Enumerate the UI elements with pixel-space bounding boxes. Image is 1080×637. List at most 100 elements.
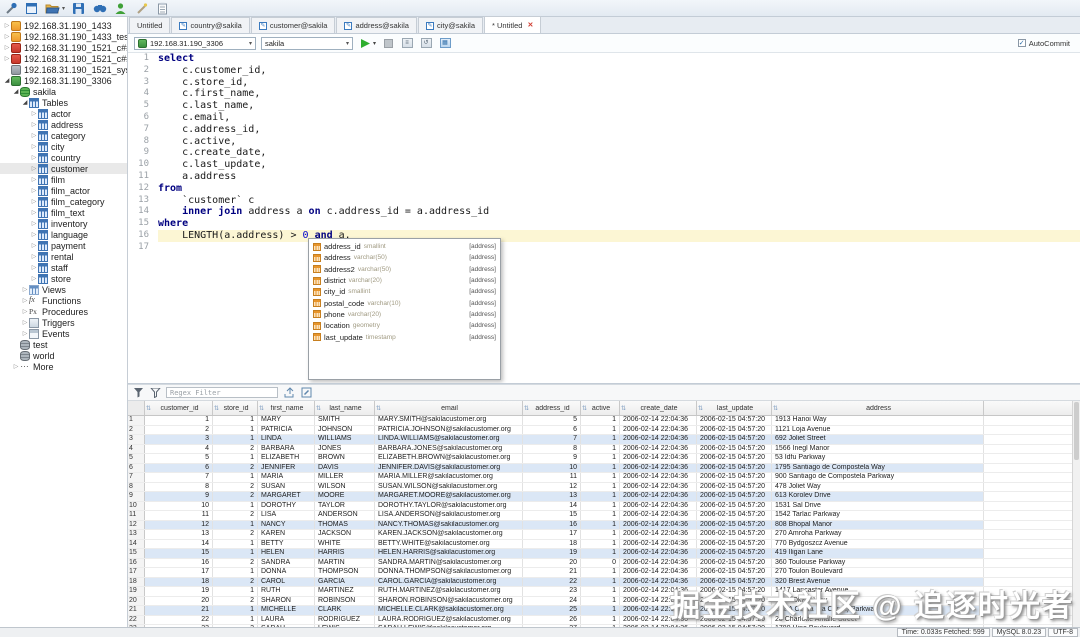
- tree-item-film[interactable]: ▷ film: [0, 174, 127, 185]
- code-line-text[interactable]: a.address: [158, 171, 1080, 183]
- code-line-text[interactable]: c.active,: [158, 136, 1080, 148]
- tasks-icon[interactable]: [155, 2, 170, 15]
- cell-email[interactable]: RUTH.MARTINEZ@sakilacustomer.org: [375, 587, 523, 596]
- cell-store_id[interactable]: 1: [213, 435, 258, 444]
- cell-customer_id[interactable]: 19: [145, 587, 213, 596]
- cell-store_id[interactable]: 2: [213, 596, 258, 605]
- column-header-address[interactable]: ⇅ address: [772, 401, 984, 415]
- cell-email[interactable]: SHARON.ROBINSON@sakilacustomer.org: [375, 596, 523, 605]
- expand-arrow-icon[interactable]: ▷: [30, 253, 38, 260]
- cell-store_id[interactable]: 2: [213, 625, 258, 627]
- cell-active[interactable]: 1: [581, 615, 620, 624]
- cell-last_update[interactable]: 2006-02-15 04:57:20: [697, 463, 772, 472]
- cell-last_update[interactable]: 2006-02-15 04:57:20: [697, 530, 772, 539]
- cell-email[interactable]: MARGARET.MOORE@sakilacustomer.org: [375, 492, 523, 501]
- cell-address[interactable]: 1566 Inegl Manor: [772, 444, 984, 453]
- cell-first_name[interactable]: MARY: [258, 416, 315, 425]
- cell-first_name[interactable]: MARIA: [258, 473, 315, 482]
- cell-customer_id[interactable]: 13: [145, 530, 213, 539]
- cell-email[interactable]: SUSAN.WILSON@sakilacustomer.org: [375, 482, 523, 491]
- tree-item-procedures[interactable]: ▷ Procedures: [0, 306, 127, 317]
- cell-address_id[interactable]: 6: [523, 425, 581, 434]
- autocommit-checkbox[interactable]: ✓ AutoCommit: [1017, 39, 1070, 48]
- cell-address[interactable]: 419 Iligan Lane: [772, 549, 984, 558]
- cell-customer_id[interactable]: 14: [145, 539, 213, 548]
- expand-arrow-icon[interactable]: ▷: [21, 286, 29, 293]
- cell-store_id[interactable]: 1: [213, 425, 258, 434]
- cell-create_date[interactable]: 2006-02-14 22:04:36: [620, 463, 697, 472]
- tree-item-sakila[interactable]: ◢ sakila: [0, 86, 127, 97]
- cell-active[interactable]: 1: [581, 435, 620, 444]
- cell-last_update[interactable]: 2006-02-15 04:57:20: [697, 454, 772, 463]
- cell-first_name[interactable]: SARAH: [258, 625, 315, 627]
- cell-last_name[interactable]: JOHNSON: [315, 425, 375, 434]
- expand-arrow-icon[interactable]: ▷: [30, 187, 38, 194]
- cell-store_id[interactable]: 2: [213, 511, 258, 520]
- cell-store_id[interactable]: 2: [213, 463, 258, 472]
- column-header-customer_id[interactable]: ⇅ customer_id: [145, 401, 213, 415]
- cell-create_date[interactable]: 2006-02-14 22:04:36: [620, 625, 697, 627]
- cell-last_name[interactable]: DAVIS: [315, 463, 375, 472]
- code-line[interactable]: 11 a.address: [128, 171, 1080, 183]
- cell-address_id[interactable]: 18: [523, 539, 581, 548]
- tree-item-test[interactable]: test: [0, 339, 127, 350]
- code-line[interactable]: 10 c.last_update,: [128, 159, 1080, 171]
- column-header-last_update[interactable]: ⇅ last_update: [697, 401, 772, 415]
- expand-arrow-icon[interactable]: ▷: [3, 22, 11, 29]
- cell-customer_id[interactable]: 5: [145, 454, 213, 463]
- database-selector[interactable]: sakila ▾: [261, 36, 353, 50]
- tree-item-tables[interactable]: ◢ Tables: [0, 97, 127, 108]
- cell-customer_id[interactable]: 15: [145, 549, 213, 558]
- cell-last_name[interactable]: THOMPSON: [315, 568, 375, 577]
- tree-item-city[interactable]: ▷ city: [0, 141, 127, 152]
- cell-address_id[interactable]: 10: [523, 463, 581, 472]
- cell-first_name[interactable]: DOROTHY: [258, 501, 315, 510]
- cell-address_id[interactable]: 25: [523, 606, 581, 615]
- cell-address[interactable]: 1780 Hino Boulevard: [772, 625, 984, 627]
- cell-customer_id[interactable]: 10: [145, 501, 213, 510]
- cell-email[interactable]: KAREN.JACKSON@sakilacustomer.org: [375, 530, 523, 539]
- cell-last_name[interactable]: WHITE: [315, 539, 375, 548]
- code-line[interactable]: 12 from: [128, 183, 1080, 195]
- cell-email[interactable]: ELIZABETH.BROWN@sakilacustomer.org: [375, 454, 523, 463]
- cell-active[interactable]: 1: [581, 596, 620, 605]
- cell-address_id[interactable]: 17: [523, 530, 581, 539]
- cell-active[interactable]: 1: [581, 463, 620, 472]
- code-line-text[interactable]: select: [158, 53, 1080, 65]
- code-line[interactable]: 13 `customer` c: [128, 195, 1080, 207]
- cell-active[interactable]: 1: [581, 444, 620, 453]
- run-options-caret-icon[interactable]: ▾: [373, 40, 376, 47]
- sql-editor[interactable]: 1 select 2 c.customer_id, 3 c.store_id, 4 c.…: [128, 53, 1080, 383]
- expand-arrow-icon[interactable]: ▷: [30, 110, 38, 117]
- code-line-text[interactable]: inner join address a on c.address_id = a…: [158, 206, 1080, 218]
- cell-last_update[interactable]: 2006-02-15 04:57:20: [697, 444, 772, 453]
- tree-item-192-168-31-190-1521-c-test1[interactable]: ▷ 192.168.31.190_1521_c##test1: [0, 42, 127, 53]
- cell-email[interactable]: CAROL.GARCIA@sakilacustomer.org: [375, 577, 523, 586]
- cell-last_name[interactable]: BROWN: [315, 454, 375, 463]
- collapse-arrow-icon[interactable]: ◢: [12, 88, 20, 95]
- cell-store_id[interactable]: 2: [213, 482, 258, 491]
- cell-address[interactable]: 808 Bhopal Manor: [772, 520, 984, 529]
- cell-last_name[interactable]: CLARK: [315, 606, 375, 615]
- cell-address[interactable]: 1542 Tarlac Parkway: [772, 511, 984, 520]
- expand-arrow-icon[interactable]: ▷: [30, 220, 38, 227]
- cell-first_name[interactable]: HELEN: [258, 549, 315, 558]
- beautify-icon[interactable]: [134, 2, 149, 15]
- cell-last_name[interactable]: GARCIA: [315, 577, 375, 586]
- close-icon[interactable]: ✕: [527, 21, 533, 29]
- cell-store_id[interactable]: 1: [213, 606, 258, 615]
- format-button[interactable]: ▦: [438, 37, 452, 50]
- search-icon[interactable]: [92, 2, 107, 15]
- code-line[interactable]: 2 c.customer_id,: [128, 65, 1080, 77]
- tree-item-film-actor[interactable]: ▷ film_actor: [0, 185, 127, 196]
- cell-address_id[interactable]: 15: [523, 511, 581, 520]
- tree-item-events[interactable]: ▷ Events: [0, 328, 127, 339]
- cell-last_name[interactable]: THOMAS: [315, 520, 375, 529]
- cell-last_update[interactable]: 2006-02-15 04:57:20: [697, 549, 772, 558]
- cell-email[interactable]: SARAH.LEWIS@sakilacustomer.org: [375, 625, 523, 627]
- stop-button[interactable]: [381, 37, 395, 50]
- tree-item-country[interactable]: ▷ country: [0, 152, 127, 163]
- code-line[interactable]: 17: [128, 242, 1080, 254]
- tree-item-192-168-31-190-1433[interactable]: ▷ 192.168.31.190_1433: [0, 20, 127, 31]
- column-header-email[interactable]: ⇅ email: [375, 401, 523, 415]
